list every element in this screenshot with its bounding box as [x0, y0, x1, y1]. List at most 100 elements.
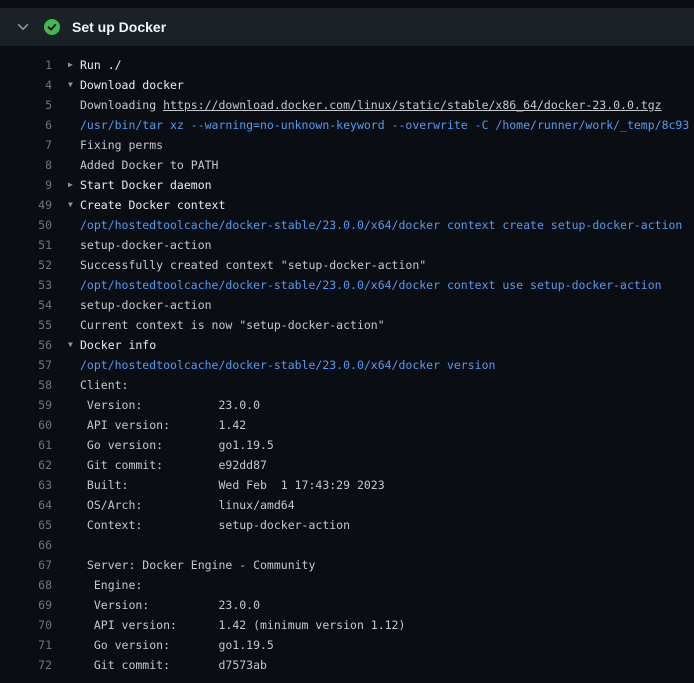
gutter-gap [52, 255, 68, 275]
gutter-gap [52, 195, 68, 215]
line-number[interactable]: 68 [0, 575, 52, 595]
line-number[interactable]: 69 [0, 595, 52, 615]
line-number[interactable]: 60 [0, 415, 52, 435]
group-collapsed-icon[interactable]: ▶ [68, 55, 80, 75]
log-text: Go version: go1.19.5 [80, 435, 694, 455]
log-line[interactable]: 4▼Download docker [0, 75, 694, 95]
gutter-gap [52, 315, 68, 335]
log-line: 58Client: [0, 375, 694, 395]
log-line: 61 Go version: go1.19.5 [0, 435, 694, 455]
indent-spacer [68, 135, 80, 155]
log-line: 50/opt/hostedtoolcache/docker-stable/23.… [0, 215, 694, 235]
line-number[interactable]: 50 [0, 215, 52, 235]
line-number[interactable]: 4 [0, 75, 52, 95]
chevron-down-icon[interactable] [16, 20, 30, 34]
indent-spacer [68, 95, 80, 115]
line-number[interactable]: 53 [0, 275, 52, 295]
log-line: 65 Context: setup-docker-action [0, 515, 694, 535]
line-number[interactable]: 62 [0, 455, 52, 475]
log-text: API version: 1.42 (minimum version 1.12) [80, 615, 694, 635]
group-collapsed-icon[interactable]: ▶ [68, 175, 80, 195]
log-text: API version: 1.42 [80, 415, 694, 435]
line-number[interactable]: 63 [0, 475, 52, 495]
line-number[interactable]: 54 [0, 295, 52, 315]
indent-spacer [68, 315, 80, 335]
log-text: Git commit: d7573ab [80, 655, 694, 675]
gutter-gap [52, 135, 68, 155]
group-expanded-icon[interactable]: ▼ [68, 335, 80, 355]
log-line[interactable]: 9 ▶Start Docker daemon [0, 175, 694, 195]
log-line: 8Added Docker to PATH [0, 155, 694, 175]
log-text: setup-docker-action [80, 235, 694, 255]
indent-spacer [68, 635, 80, 655]
log-line: 69 Version: 23.0.0 [0, 595, 694, 615]
line-number[interactable]: 8 [0, 155, 52, 175]
line-number[interactable]: 49 [0, 195, 52, 215]
log-line: 71 Go version: go1.19.5 [0, 635, 694, 655]
indent-spacer [68, 255, 80, 275]
line-number[interactable]: 65 [0, 515, 52, 535]
gutter-gap [52, 495, 68, 515]
log-text: Go version: go1.19.5 [80, 635, 694, 655]
gutter-gap [52, 575, 68, 595]
line-number[interactable]: 72 [0, 655, 52, 675]
indent-spacer [68, 615, 80, 635]
line-number[interactable]: 66 [0, 535, 52, 555]
gutter-gap [52, 435, 68, 455]
indent-spacer [68, 595, 80, 615]
gutter-gap [52, 475, 68, 495]
log-line: 66 [0, 535, 694, 555]
line-number[interactable]: 64 [0, 495, 52, 515]
line-number[interactable]: 7 [0, 135, 52, 155]
line-number[interactable]: 1 [0, 55, 52, 75]
line-number[interactable]: 67 [0, 555, 52, 575]
line-number[interactable]: 59 [0, 395, 52, 415]
line-number[interactable]: 70 [0, 615, 52, 635]
log-line[interactable]: 1▶Run ./ [0, 55, 694, 75]
line-number[interactable]: 56 [0, 335, 52, 355]
step-header[interactable]: Set up Docker [0, 8, 694, 46]
log-text: Version: 23.0.0 [80, 395, 694, 415]
line-number[interactable]: 58 [0, 375, 52, 395]
line-number[interactable]: 55 [0, 315, 52, 335]
indent-spacer [68, 455, 80, 475]
line-number[interactable]: 57 [0, 355, 52, 375]
log-line: 60 API version: 1.42 [0, 415, 694, 435]
log-text: Downloading [80, 98, 163, 112]
line-number[interactable]: 61 [0, 435, 52, 455]
gutter-gap [52, 235, 68, 255]
line-number[interactable]: 9 [0, 175, 52, 195]
indent-spacer [68, 495, 80, 515]
group-expanded-icon[interactable]: ▼ [68, 195, 80, 215]
log-link[interactable]: https://download.docker.com/linux/static… [163, 98, 662, 112]
gutter-gap [52, 415, 68, 435]
command-text: /opt/hostedtoolcache/docker-stable/23.0.… [80, 355, 694, 375]
group-title: Create Docker context [80, 195, 694, 215]
line-number[interactable]: 51 [0, 235, 52, 255]
line-number[interactable]: 6 [0, 115, 52, 135]
gutter-gap [52, 155, 68, 175]
line-number[interactable]: 5 [0, 95, 52, 115]
line-number[interactable]: 52 [0, 255, 52, 275]
log-text: Downloading https://download.docker.com/… [80, 95, 694, 115]
group-title: Start Docker daemon [80, 175, 694, 195]
log-text: Successfully created context "setup-dock… [80, 255, 694, 275]
log-line[interactable]: 56▼Docker info [0, 335, 694, 355]
gutter-gap [52, 115, 68, 135]
log-line: 64 OS/Arch: linux/amd64 [0, 495, 694, 515]
log-text: Git commit: e92dd87 [80, 455, 694, 475]
log-text: Engine: [80, 575, 694, 595]
log-line: 51 setup-docker-action [0, 235, 694, 255]
indent-spacer [68, 535, 80, 555]
log-line: 57/opt/hostedtoolcache/docker-stable/23.… [0, 355, 694, 375]
gutter-gap [52, 335, 68, 355]
gutter-gap [52, 455, 68, 475]
group-expanded-icon[interactable]: ▼ [68, 75, 80, 95]
gutter-gap [52, 355, 68, 375]
step-title: Set up Docker [72, 19, 166, 35]
gutter-gap [52, 95, 68, 115]
log-line[interactable]: 49 ▼Create Docker context [0, 195, 694, 215]
log-text [80, 535, 694, 555]
log-line: 62 Git commit: e92dd87 [0, 455, 694, 475]
line-number[interactable]: 71 [0, 635, 52, 655]
